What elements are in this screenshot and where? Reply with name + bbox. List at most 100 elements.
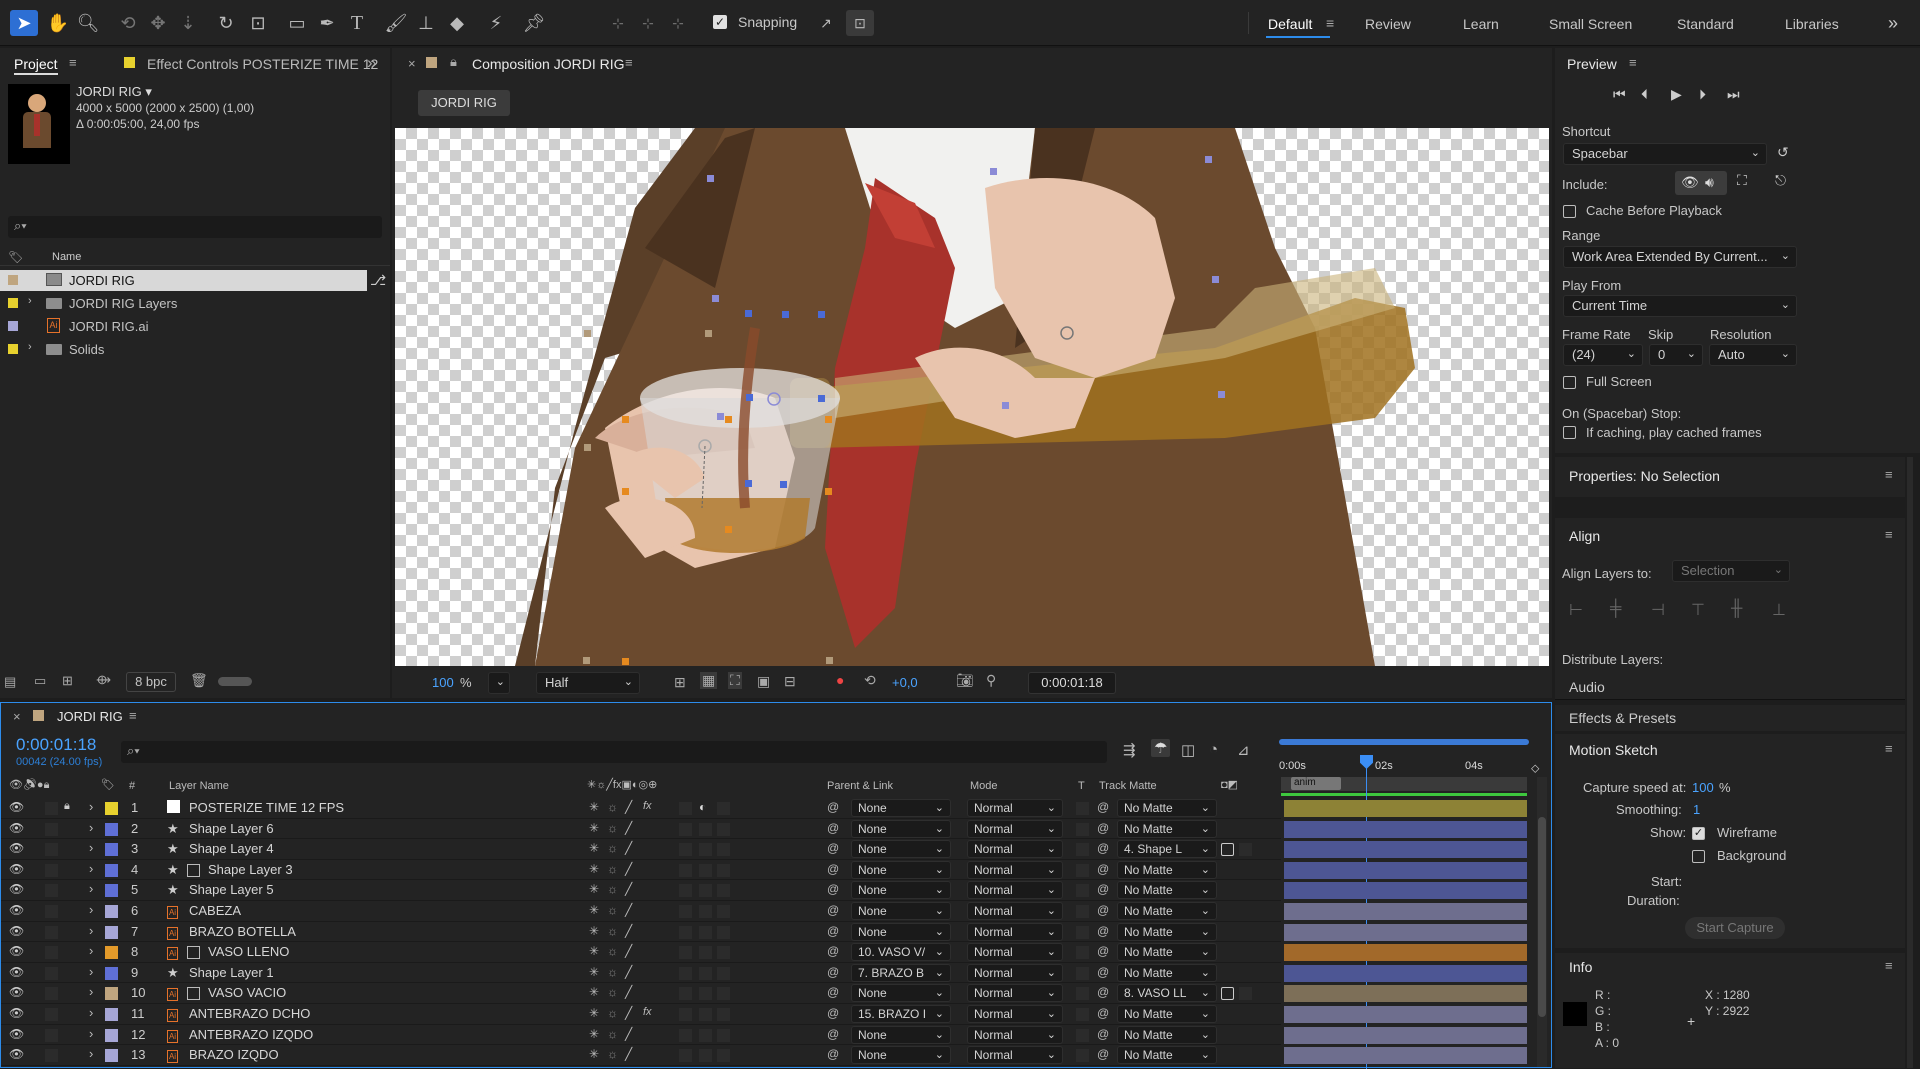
- type-tool-icon[interactable]: T: [343, 10, 371, 36]
- roto-brush-tool-icon[interactable]: ⚡︎: [482, 10, 510, 36]
- flowchart-footer-icon[interactable]: ⟴: [96, 672, 111, 688]
- include-audio-icon[interactable]: 🔊︎: [1705, 174, 1714, 191]
- 3d-switch[interactable]: [717, 802, 730, 815]
- solo-toggle[interactable]: [45, 905, 58, 918]
- exposure-value[interactable]: +0,0: [892, 675, 918, 690]
- matte-pick-whip-icon[interactable]: @: [1097, 1006, 1109, 1020]
- include-video-icon[interactable]: 👁︎: [1681, 174, 1699, 191]
- layer-row[interactable]: 👁︎ › 8 Ai VASO LLENO ✳ ☼ ╱ @10. VASO V/⌄ Normal ⌄ @…: [1, 942, 1527, 963]
- matte-pick-whip-icon[interactable]: @: [1097, 903, 1109, 917]
- solo-toggle[interactable]: [45, 1049, 58, 1063]
- right-scrollbar[interactable]: [1907, 457, 1913, 1068]
- track-matte-dropdown[interactable]: No Matte ⌄: [1117, 1046, 1217, 1065]
- axis-local-icon[interactable]: ⊹: [604, 10, 632, 36]
- thumbnail-size-slider[interactable]: [218, 677, 252, 686]
- orbit-camera-icon[interactable]: ⟲: [114, 10, 142, 36]
- project-panel-menu-icon[interactable]: ≡: [69, 55, 77, 70]
- expand-arrow-icon[interactable]: ›: [89, 1046, 93, 1061]
- reset-shortcut-icon[interactable]: ↺: [1777, 144, 1789, 161]
- preserve-transparency-toggle[interactable]: [1076, 802, 1089, 815]
- collapse-transform-switch-icon[interactable]: ✳: [589, 965, 599, 979]
- capture-speed-value[interactable]: 100: [1692, 780, 1714, 795]
- layer-name[interactable]: ANTEBRAZO DCHO: [189, 1006, 310, 1021]
- align-vertical-center-icon[interactable]: ╫: [1731, 600, 1742, 618]
- wireframe-checkbox[interactable]: ✓: [1692, 827, 1705, 840]
- layer-name[interactable]: Shape Layer 4: [189, 841, 274, 856]
- visibility-eye-icon[interactable]: 👁︎: [9, 1006, 24, 1020]
- parent-dropdown[interactable]: None ⌄: [851, 984, 951, 1003]
- label-color-chip[interactable]: [105, 987, 118, 1001]
- project-item-layers-folder[interactable]: › JORDI RIG Layers: [0, 293, 367, 314]
- expand-arrow-icon[interactable]: ›: [28, 295, 32, 307]
- matte-pick-whip-icon[interactable]: @: [1097, 841, 1109, 855]
- label-color-chip[interactable]: [105, 966, 118, 980]
- label-color-chip[interactable]: [105, 884, 118, 898]
- zoom-tool-icon[interactable]: 🔍︎: [74, 10, 102, 36]
- solo-toggle[interactable]: [45, 822, 58, 836]
- track-matte-dropdown[interactable]: 8. VASO LL ⌄: [1117, 984, 1217, 1003]
- parent-dropdown[interactable]: None ⌄: [851, 881, 951, 900]
- motion-blur-switch[interactable]: [679, 1028, 692, 1042]
- layer-duration-bar[interactable]: [1284, 1006, 1527, 1023]
- layer-row[interactable]: 👁︎ › 12 Ai ANTEBRAZO IZQDO ✳ ☼ ╱ @ None ⌄ Normal ⌄ @ N…: [1, 1025, 1527, 1046]
- adjustment-switch[interactable]: [699, 987, 712, 1001]
- quality-slash-icon[interactable]: ╱: [625, 985, 632, 999]
- new-folder-icon[interactable]: ▭: [34, 673, 46, 689]
- invert-matte-toggle[interactable]: [1239, 987, 1252, 1001]
- properties-menu-icon[interactable]: ≡: [1885, 467, 1893, 482]
- preserve-transparency-toggle[interactable]: [1076, 822, 1089, 836]
- layer-row[interactable]: 👁︎ › 6 Ai CABEZA ✳ ☼ ╱ @ None ⌄ Normal ⌄ @ No Matte ⌄: [1, 901, 1527, 922]
- timeline-search-input[interactable]: ⌕▾: [121, 741, 1107, 763]
- solo-toggle[interactable]: [45, 987, 58, 1001]
- align-right-icon[interactable]: ⊣: [1651, 600, 1665, 620]
- timeline-tab[interactable]: JORDI RIG: [57, 709, 123, 724]
- layer-name[interactable]: CABEZA: [189, 903, 241, 918]
- effects-switch-icon[interactable]: fx: [643, 1006, 652, 1018]
- pick-whip-icon[interactable]: @: [827, 924, 839, 938]
- layer-row[interactable]: 👁︎ › 7 Ai BRAZO BOTELLA ✳ ☼ ╱ @ None ⌄ Normal ⌄ @ No M…: [1, 922, 1527, 943]
- quality-switch-icon[interactable]: ☼: [607, 882, 618, 896]
- motion-sketch-menu-icon[interactable]: ≡: [1885, 741, 1893, 756]
- quality-switch-icon[interactable]: ☼: [607, 965, 618, 979]
- parent-dropdown[interactable]: None ⌄: [851, 1046, 951, 1065]
- blend-mode-dropdown[interactable]: Normal ⌄: [967, 881, 1063, 900]
- layer-name[interactable]: Shape Layer 5: [189, 882, 274, 897]
- pick-whip-icon[interactable]: @: [827, 1006, 839, 1020]
- preserve-transparency-toggle[interactable]: [1076, 1049, 1089, 1063]
- tab-project[interactable]: Project: [14, 56, 58, 75]
- layer-duration-bar[interactable]: [1284, 800, 1527, 817]
- resolution-dropdown[interactable]: Half ⌄: [536, 672, 640, 694]
- layer-row[interactable]: 👁︎ 🔒︎ › 1 POSTERIZE TIME 12 FPS ✳ ☼ ╱ fx ◐ @ None ⌄ N…: [1, 798, 1527, 819]
- adjustment-switch[interactable]: [699, 843, 712, 857]
- time-ruler[interactable]: 0:00s 02s 04s: [1277, 755, 1535, 777]
- collapse-transform-switch-icon[interactable]: ✳: [589, 862, 599, 876]
- mode-header[interactable]: Mode: [970, 780, 998, 792]
- 3d-switch[interactable]: [717, 905, 730, 918]
- blend-mode-dropdown[interactable]: Normal ⌄: [967, 984, 1063, 1003]
- motion-blur-switch[interactable]: [679, 966, 692, 980]
- quality-switch-icon[interactable]: ☼: [607, 1006, 618, 1020]
- quality-slash-icon[interactable]: ╱: [625, 1027, 632, 1041]
- motion-blur-switch[interactable]: [679, 822, 692, 836]
- play-icon[interactable]: ▶: [1671, 86, 1682, 103]
- blend-mode-dropdown[interactable]: Normal ⌄: [967, 819, 1063, 838]
- preserve-transparency-toggle[interactable]: [1076, 1008, 1089, 1021]
- visibility-eye-icon[interactable]: 👁︎: [9, 924, 24, 938]
- expand-arrow-icon[interactable]: ›: [89, 964, 93, 979]
- collapse-transform-switch-icon[interactable]: ✳: [589, 882, 599, 896]
- quality-slash-icon[interactable]: ╱: [625, 944, 632, 958]
- 3d-switch[interactable]: [717, 843, 730, 857]
- parent-dropdown[interactable]: None ⌄: [851, 840, 951, 859]
- alpha-matte-icon[interactable]: [1221, 843, 1234, 857]
- grid-options-icon[interactable]: ⊟: [784, 673, 796, 690]
- label-color-chip[interactable]: [105, 905, 118, 918]
- layer-row[interactable]: 👁︎ › 3 ★ Shape Layer 4 ✳ ☼ ╱ @ None ⌄ Normal ⌄ @4. Sh…: [1, 839, 1527, 860]
- layer-name[interactable]: Shape Layer 1: [189, 965, 274, 980]
- layer-row[interactable]: 👁︎ › 4 ★ Shape Layer 3 ✳ ☼ ╱ @ None ⌄ Normal ⌄ @ No Ma…: [1, 860, 1527, 881]
- layer-name[interactable]: BRAZO IZQDO: [189, 1047, 279, 1062]
- expand-arrow-icon[interactable]: ›: [89, 820, 93, 835]
- preserve-transparency-toggle[interactable]: [1076, 863, 1089, 877]
- preserve-transparency-toggle[interactable]: [1076, 843, 1089, 857]
- layer-row[interactable]: 👁︎ › 13 Ai BRAZO IZQDO ✳ ☼ ╱ @ None ⌄ Normal ⌄ @ No Ma…: [1, 1045, 1527, 1066]
- label-color-chip[interactable]: [105, 1049, 118, 1063]
